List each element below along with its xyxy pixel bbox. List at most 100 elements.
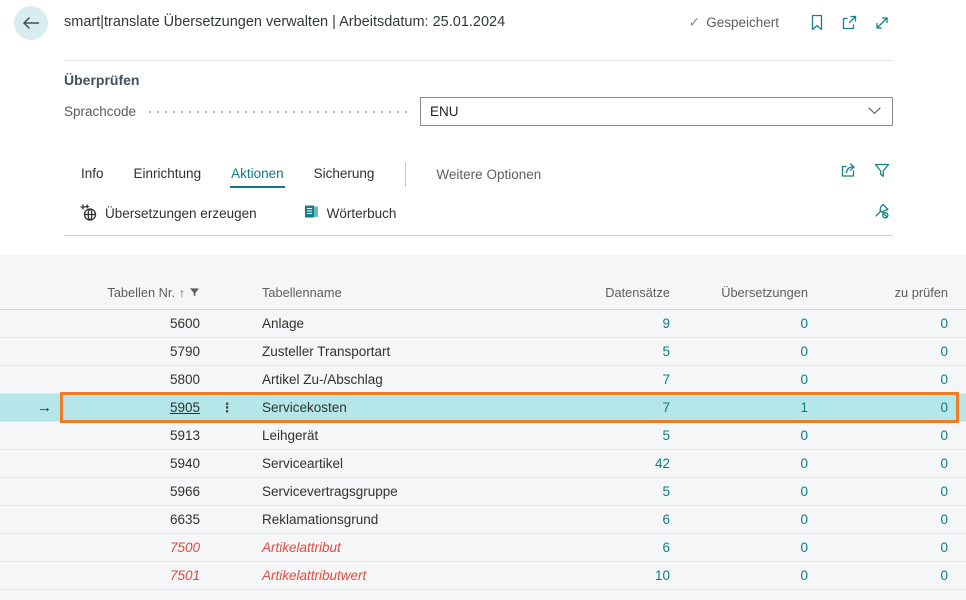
zu-pruefen-cell[interactable]: 0 [808,344,948,359]
row-menu-cell[interactable]: ⋮ [200,456,255,472]
column-header-tabellenname[interactable]: Tabellenname [255,285,555,300]
uebersetzungen-cell[interactable]: 0 [670,456,808,471]
tabellen-nr-value[interactable]: 5940 [170,456,200,471]
tabellen-nr-value[interactable]: 5966 [170,484,200,499]
dictionary-button[interactable]: Wörterbuch [303,203,397,223]
tabs: Info Einrichtung Aktionen Sicherung [80,160,375,188]
row-menu-cell[interactable]: ⋮ [200,316,255,332]
leader-dots [146,97,410,127]
tabellen-nr-value[interactable]: 5790 [170,344,200,359]
tabellen-nr-cell[interactable]: 5905 [60,400,200,415]
table-row[interactable]: → 5600 ⋮ Anlage 9 0 0 [0,310,966,338]
zu-pruefen-cell[interactable]: 0 [808,568,948,583]
uebersetzungen-cell[interactable]: 0 [670,372,808,387]
tab[interactable]: Sicherung [313,160,376,188]
uebersetzungen-cell[interactable]: 1 [670,400,808,415]
table-row[interactable]: → 5966 ⋮ Servicevertragsgruppe 5 0 0 [0,478,966,506]
uebersetzungen-cell[interactable]: 0 [670,512,808,527]
datensaetze-cell[interactable]: 5 [555,344,670,359]
tabellen-nr-cell[interactable]: 5966 [60,484,200,499]
datensaetze-cell[interactable]: 5 [555,484,670,499]
chevron-down-icon[interactable] [868,107,881,115]
tabellenname-cell: Leihgerät [255,428,555,443]
back-button[interactable] [14,6,48,40]
datensaetze-cell[interactable]: 42 [555,456,670,471]
table-row[interactable]: → 5940 ⋮ Serviceartikel 42 0 0 [0,450,966,478]
tabellenname-cell: Serviceartikel [255,456,555,471]
language-code-select[interactable]: ENU [420,97,893,126]
expand-icon[interactable] [874,15,890,31]
datensaetze-cell[interactable]: 6 [555,512,670,527]
tabellen-nr-cell[interactable]: 6635 [60,512,200,527]
row-menu-icon[interactable]: ⋮ [221,400,235,415]
uebersetzungen-cell[interactable]: 0 [670,316,808,331]
tabellen-nr-cell[interactable]: 5600 [60,316,200,331]
column-header-uebersetzungen[interactable]: Übersetzungen [670,285,808,300]
row-menu-cell[interactable]: ⋮ [200,512,255,528]
datensaetze-cell[interactable]: 5 [555,428,670,443]
datensaetze-cell[interactable]: 10 [555,568,670,583]
row-menu-cell[interactable]: ⋮ [200,540,255,556]
tabellen-nr-cell[interactable]: 5800 [60,372,200,387]
column-header-tabellen-nr[interactable]: Tabellen Nr. ↑ [60,285,200,300]
row-menu-cell[interactable]: ⋮ [200,344,255,360]
more-options-button[interactable]: Weitere Optionen [436,167,541,182]
table-row[interactable]: → 5790 ⋮ Zusteller Transportart 5 0 0 [0,338,966,366]
datensaetze-cell[interactable]: 9 [555,316,670,331]
bookmark-icon[interactable] [809,14,825,31]
table-row[interactable]: → 5905 ⋮ Servicekosten 7 1 0 [0,394,966,422]
tabellen-nr-value[interactable]: 7500 [170,540,200,555]
zu-pruefen-cell[interactable]: 0 [808,316,948,331]
uebersetzungen-cell[interactable]: 0 [670,428,808,443]
share-icon[interactable] [840,162,858,179]
translate-icon [80,204,98,222]
tabellen-nr-value[interactable]: 5913 [170,428,200,443]
zu-pruefen-cell[interactable]: 0 [808,456,948,471]
tabellenname-cell: Servicevertragsgruppe [255,484,555,499]
tabellen-nr-cell[interactable]: 5940 [60,456,200,471]
uebersetzungen-cell[interactable]: 0 [670,344,808,359]
tabellen-nr-cell[interactable]: 7500 [60,540,200,555]
table-row[interactable]: → 5913 ⋮ Leihgerät 5 0 0 [0,422,966,450]
tabellen-nr-cell[interactable]: 7501 [60,568,200,583]
table-row[interactable]: → 6635 ⋮ Reklamationsgrund 6 0 0 [0,506,966,534]
zu-pruefen-cell[interactable]: 0 [808,484,948,499]
row-menu-cell[interactable]: ⋮ [200,400,255,416]
tab-bar-icons [840,162,890,179]
tabellen-nr-value[interactable]: 5905 [170,400,200,415]
table-row[interactable]: → 5800 ⋮ Artikel Zu-/Abschlag 7 0 0 [0,366,966,394]
tabellen-nr-value[interactable]: 5800 [170,372,200,387]
uebersetzungen-cell[interactable]: 0 [670,540,808,555]
open-in-new-window-icon[interactable] [841,15,858,31]
zu-pruefen-cell[interactable]: 0 [808,428,948,443]
tab[interactable]: Einrichtung [133,160,203,188]
datensaetze-cell[interactable]: 7 [555,372,670,387]
uebersetzungen-cell[interactable]: 0 [670,484,808,499]
tabellen-nr-value[interactable]: 6635 [170,512,200,527]
tabellenname-cell: Artikelattribut [255,540,555,555]
unpin-icon[interactable] [873,203,890,220]
zu-pruefen-cell[interactable]: 0 [808,400,948,415]
zu-pruefen-cell[interactable]: 0 [808,372,948,387]
row-menu-cell[interactable]: ⋮ [200,568,255,584]
filter-icon[interactable] [874,162,890,179]
uebersetzungen-cell[interactable]: 0 [670,568,808,583]
tabellen-nr-value[interactable]: 7501 [170,568,200,583]
tab[interactable]: Info [80,160,105,188]
datensaetze-cell[interactable]: 6 [555,540,670,555]
tabellen-nr-cell[interactable]: 5913 [60,428,200,443]
generate-translations-button[interactable]: Übersetzungen erzeugen [80,204,257,222]
zu-pruefen-cell[interactable]: 0 [808,540,948,555]
datensaetze-cell[interactable]: 7 [555,400,670,415]
column-header-datensaetze[interactable]: Datensätze [555,285,670,300]
row-menu-cell[interactable]: ⋮ [200,428,255,444]
table-row[interactable]: → 7500 ⋮ Artikelattribut 6 0 0 [0,534,966,562]
column-header-zu-pruefen[interactable]: zu prüfen [808,285,948,300]
tabellen-nr-value[interactable]: 5600 [170,316,200,331]
table-row[interactable]: → 7501 ⋮ Artikelattributwert 10 0 0 [0,562,966,590]
tab[interactable]: Aktionen [230,160,285,188]
row-menu-cell[interactable]: ⋮ [200,372,255,388]
zu-pruefen-cell[interactable]: 0 [808,512,948,527]
tabellen-nr-cell[interactable]: 5790 [60,344,200,359]
row-menu-cell[interactable]: ⋮ [200,484,255,500]
